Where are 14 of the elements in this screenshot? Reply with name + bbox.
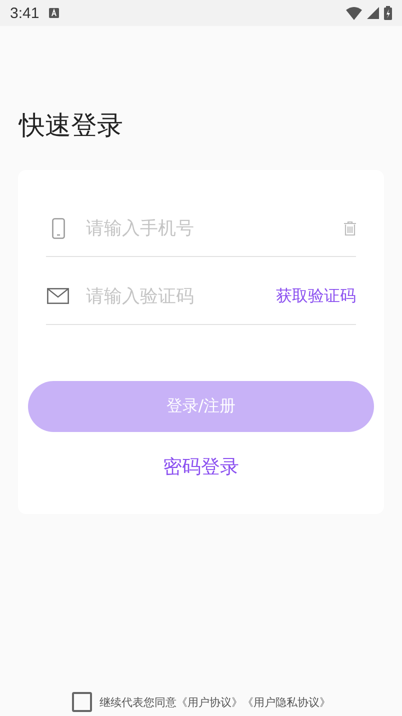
phone-field[interactable]: 请输入手机号 xyxy=(84,216,330,240)
clock: 3:41 xyxy=(10,4,40,22)
password-login-link[interactable]: 密码登录 xyxy=(163,454,239,480)
agreement-checkbox[interactable] xyxy=(72,692,92,712)
keyboard-icon xyxy=(49,8,60,18)
page-title: 快速登录 xyxy=(19,110,124,143)
envelope-icon xyxy=(47,288,69,304)
agreement-text: 继续代表您同意《用户协议》《用户隐私协议》 xyxy=(100,694,330,710)
get-code-button[interactable]: 获取验证码 xyxy=(276,286,356,306)
code-field[interactable]: 请输入验证码 xyxy=(84,284,262,308)
wifi-icon xyxy=(346,6,362,20)
battery-icon xyxy=(384,6,392,20)
signal-icon xyxy=(367,7,379,19)
phone-icon xyxy=(52,218,64,238)
